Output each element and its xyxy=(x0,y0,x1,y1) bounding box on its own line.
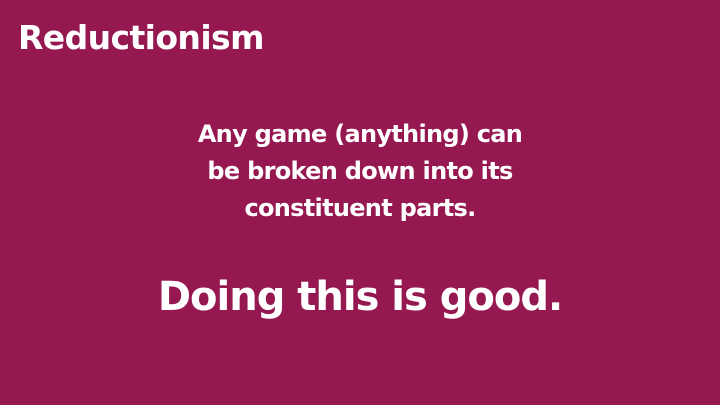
body-line-2: be broken down into its xyxy=(207,157,513,185)
body-line-1: Any game (anything) can xyxy=(197,120,523,148)
emphasis-statement: Doing this is good. xyxy=(157,274,563,320)
slide-title: Reductionism xyxy=(18,18,264,57)
slide: Reductionism Any game (anything) can be … xyxy=(0,0,720,405)
body-line-3: constituent parts. xyxy=(244,194,476,222)
body-paragraph: Any game (anything) can be broken down i… xyxy=(180,116,540,227)
